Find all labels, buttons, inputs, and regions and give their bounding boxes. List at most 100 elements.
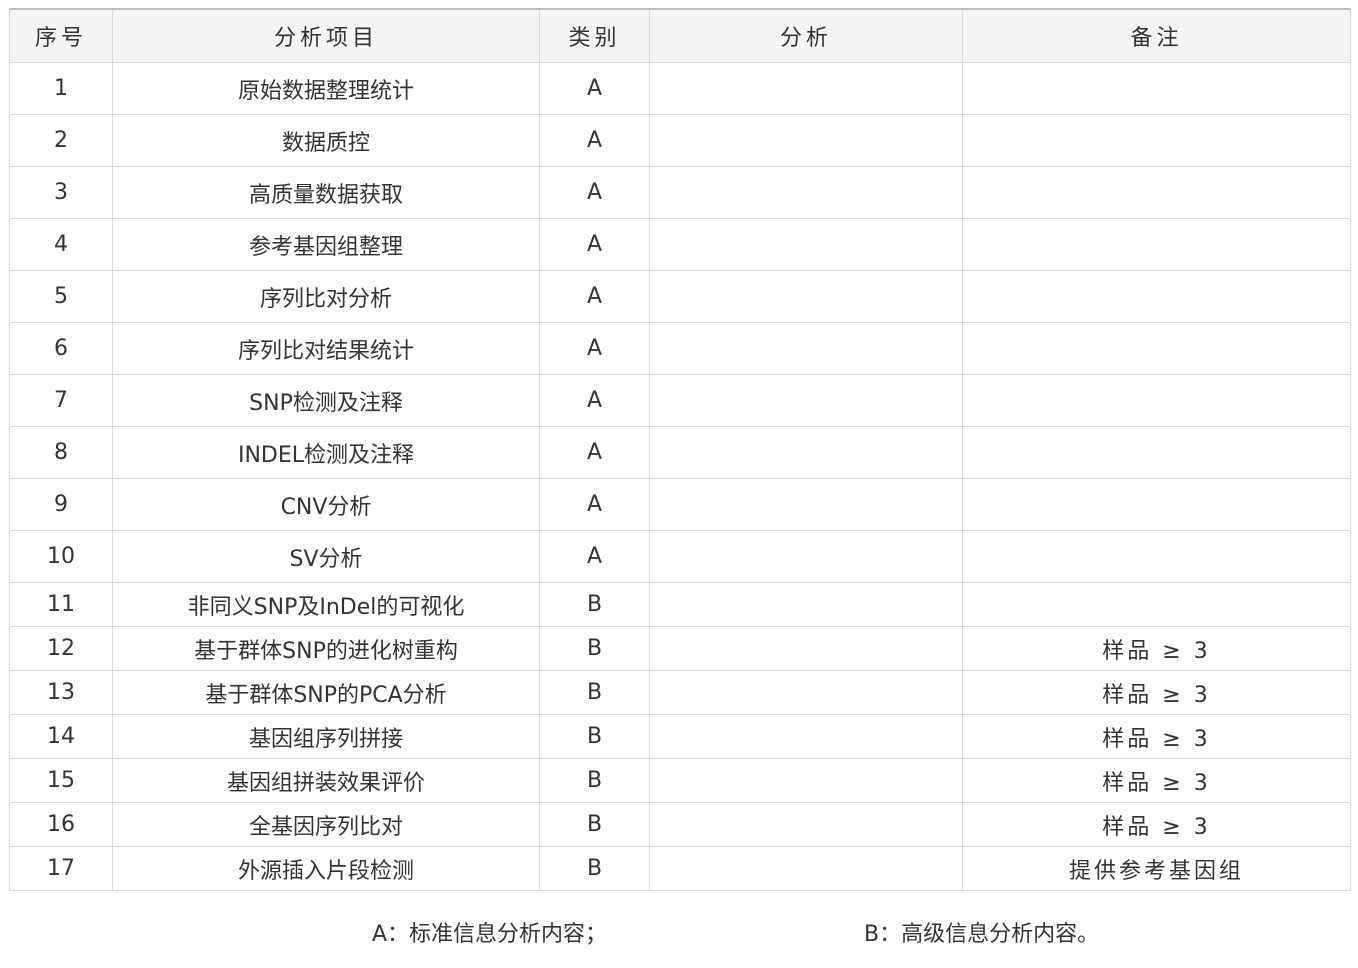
cell-remarks: [962, 582, 1351, 627]
table-row: 2 数据质控 A: [9, 114, 1351, 167]
table-row: 13 基于群体SNP的PCA分析 B 样品 ≥ 3: [9, 670, 1351, 715]
table-row: 8 INDEL检测及注释 A: [9, 426, 1351, 479]
cell-analysis: [649, 670, 963, 715]
cell-analysis: [649, 846, 963, 891]
cell-category: B: [539, 626, 650, 671]
cell-category: B: [539, 758, 650, 803]
cell-category: A: [539, 530, 650, 583]
cell-analysis-item: INDEL检测及注释: [112, 426, 540, 479]
cell-analysis: [649, 374, 963, 427]
cell-analysis-item: 基因组序列拼接: [112, 714, 540, 759]
table-row: 6 序列比对结果统计 A: [9, 322, 1351, 375]
cell-analysis-item: SV分析: [112, 530, 540, 583]
cell-category: A: [539, 166, 650, 219]
cell-category: A: [539, 426, 650, 479]
cell-serial-number: 8: [9, 426, 113, 479]
cell-serial-number: 10: [9, 530, 113, 583]
cell-analysis: [649, 582, 963, 627]
cell-analysis-item: 序列比对结果统计: [112, 322, 540, 375]
table-row: 16 全基因序列比对 B 样品 ≥ 3: [9, 802, 1351, 847]
table-row: 12 基于群体SNP的进化树重构 B 样品 ≥ 3: [9, 626, 1351, 671]
cell-category: B: [539, 714, 650, 759]
cell-remarks: [962, 218, 1351, 271]
cell-analysis-item: 数据质控: [112, 114, 540, 167]
header-serial-number: 序号: [9, 8, 113, 63]
cell-analysis-item: 非同义SNP及InDel的可视化: [112, 582, 540, 627]
cell-remarks: 样品 ≥ 3: [962, 758, 1351, 803]
cell-remarks: [962, 62, 1351, 115]
header-analysis: 分析: [649, 8, 963, 63]
header-analysis-item: 分析项目: [112, 8, 540, 63]
cell-analysis-item: SNP检测及注释: [112, 374, 540, 427]
cell-analysis: [649, 114, 963, 167]
analysis-table-container: 序号 分析项目 类别 分析 备注 1 原始数据整理统计 A 2 数据质控 A 3…: [9, 8, 1351, 891]
cell-analysis: [649, 714, 963, 759]
cell-remarks: 样品 ≥ 3: [962, 802, 1351, 847]
cell-analysis: [649, 802, 963, 847]
cell-serial-number: 2: [9, 114, 113, 167]
cell-analysis: [649, 322, 963, 375]
cell-serial-number: 7: [9, 374, 113, 427]
cell-analysis-item: 基因组拼装效果评价: [112, 758, 540, 803]
cell-analysis-item: 基于群体SNP的PCA分析: [112, 670, 540, 715]
cell-category: A: [539, 322, 650, 375]
cell-remarks: 样品 ≥ 3: [962, 626, 1351, 671]
cell-serial-number: 15: [9, 758, 113, 803]
cell-serial-number: 4: [9, 218, 113, 271]
table-row: 1 原始数据整理统计 A: [9, 62, 1351, 115]
cell-category: A: [539, 478, 650, 531]
cell-remarks: [962, 270, 1351, 323]
cell-serial-number: 11: [9, 582, 113, 627]
cell-analysis-item: 基于群体SNP的进化树重构: [112, 626, 540, 671]
table-row: 10 SV分析 A: [9, 530, 1351, 583]
table-row: 15 基因组拼装效果评价 B 样品 ≥ 3: [9, 758, 1351, 803]
cell-serial-number: 1: [9, 62, 113, 115]
cell-analysis-item: 高质量数据获取: [112, 166, 540, 219]
cell-serial-number: 3: [9, 166, 113, 219]
table-row: 4 参考基因组整理 A: [9, 218, 1351, 271]
cell-analysis: [649, 758, 963, 803]
cell-serial-number: 17: [9, 846, 113, 891]
category-legend: A：标准信息分析内容； B：高级信息分析内容。: [0, 916, 1358, 952]
cell-remarks: 样品 ≥ 3: [962, 714, 1351, 759]
table-row: 9 CNV分析 A: [9, 478, 1351, 531]
cell-remarks: [962, 166, 1351, 219]
cell-category: A: [539, 114, 650, 167]
cell-remarks: [962, 426, 1351, 479]
cell-category: A: [539, 270, 650, 323]
legend-category-a: A：标准信息分析内容；: [372, 922, 608, 947]
table-row: 7 SNP检测及注释 A: [9, 374, 1351, 427]
header-remarks: 备注: [962, 8, 1351, 63]
cell-analysis-item: 全基因序列比对: [112, 802, 540, 847]
cell-analysis: [649, 62, 963, 115]
cell-analysis-item: 参考基因组整理: [112, 218, 540, 271]
cell-analysis: [649, 626, 963, 671]
table-row: 5 序列比对分析 A: [9, 270, 1351, 323]
cell-analysis: [649, 478, 963, 531]
cell-serial-number: 13: [9, 670, 113, 715]
cell-serial-number: 12: [9, 626, 113, 671]
cell-remarks: 样品 ≥ 3: [962, 670, 1351, 715]
cell-category: B: [539, 670, 650, 715]
cell-remarks: [962, 322, 1351, 375]
table-header-row: 序号 分析项目 类别 分析 备注: [9, 8, 1351, 63]
table-body: 1 原始数据整理统计 A 2 数据质控 A 3 高质量数据获取 A 4 参考基因…: [9, 62, 1351, 891]
cell-remarks: 提供参考基因组: [962, 846, 1351, 891]
cell-remarks: [962, 114, 1351, 167]
table-row: 11 非同义SNP及InDel的可视化 B: [9, 582, 1351, 627]
cell-category: B: [539, 802, 650, 847]
cell-analysis-item: 外源插入片段检测: [112, 846, 540, 891]
table-row: 14 基因组序列拼接 B 样品 ≥ 3: [9, 714, 1351, 759]
header-category: 类别: [539, 8, 650, 63]
table-row: 3 高质量数据获取 A: [9, 166, 1351, 219]
cell-remarks: [962, 478, 1351, 531]
analysis-items-table: 序号 分析项目 类别 分析 备注 1 原始数据整理统计 A 2 数据质控 A 3…: [9, 8, 1351, 891]
table-row: 17 外源插入片段检测 B 提供参考基因组: [9, 846, 1351, 891]
cell-serial-number: 6: [9, 322, 113, 375]
cell-remarks: [962, 374, 1351, 427]
cell-serial-number: 9: [9, 478, 113, 531]
cell-analysis: [649, 218, 963, 271]
cell-serial-number: 16: [9, 802, 113, 847]
cell-analysis: [649, 270, 963, 323]
cell-remarks: [962, 530, 1351, 583]
